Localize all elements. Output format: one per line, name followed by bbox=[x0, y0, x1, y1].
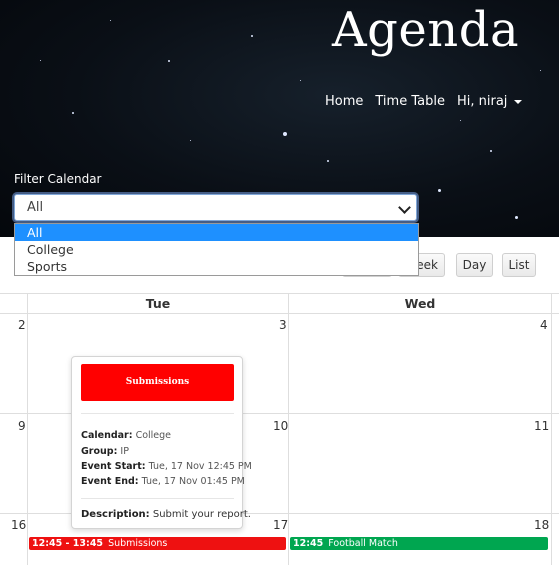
hero-banner: Agenda Home Time Table Hi, niraj Filter … bbox=[0, 0, 559, 237]
event-title: Submissions bbox=[108, 538, 168, 549]
nav-home-link[interactable]: Home bbox=[325, 94, 363, 109]
filter-option-college[interactable]: College bbox=[15, 241, 418, 258]
popover-group-row: Group: IP bbox=[81, 446, 129, 457]
date-cell-number[interactable]: 17 bbox=[273, 518, 288, 532]
calendar-event-football-match[interactable]: 12:45 Football Match bbox=[290, 537, 548, 550]
calendar-event-submissions[interactable]: 12:45 - 13:45 Submissions bbox=[29, 537, 286, 550]
caret-down-icon bbox=[514, 99, 523, 104]
user-menu-toggle[interactable]: Hi, niraj bbox=[456, 94, 523, 109]
grid-line bbox=[551, 293, 552, 565]
filter-options-list: All College Sports bbox=[14, 223, 419, 276]
date-cell-number[interactable]: 18 bbox=[534, 518, 549, 532]
date-cell-number[interactable]: 2 bbox=[18, 318, 26, 332]
popover-start-row: Event Start: Tue, 17 Nov 12:45 PM bbox=[81, 461, 252, 472]
date-cell-number[interactable]: 3 bbox=[279, 318, 287, 332]
user-menu-label: Hi, niraj bbox=[456, 94, 508, 109]
popover-divider bbox=[81, 413, 234, 414]
main-nav: Home Time Table Hi, niraj bbox=[325, 94, 523, 109]
filter-option-sports[interactable]: Sports bbox=[15, 258, 418, 275]
popover-divider bbox=[81, 498, 234, 499]
popover-title: Submissions bbox=[81, 364, 234, 401]
star bbox=[300, 80, 301, 81]
event-details-popover: Submissions Calendar: College Group: IP … bbox=[71, 356, 252, 529]
star bbox=[40, 60, 41, 61]
date-cell-number[interactable]: 16 bbox=[11, 518, 26, 532]
group-value: IP bbox=[120, 446, 129, 457]
star bbox=[490, 150, 492, 152]
calendar-value: College bbox=[135, 430, 172, 441]
description-value: Submit your report. bbox=[152, 509, 251, 520]
nav-timetable-link[interactable]: Time Table bbox=[375, 94, 445, 109]
date-cell-number[interactable]: 4 bbox=[540, 318, 548, 332]
star bbox=[168, 60, 170, 62]
event-time: 12:45 - 13:45 bbox=[32, 538, 104, 549]
popover-description-row: Description: Submit your report. bbox=[81, 509, 251, 520]
list-button[interactable]: List bbox=[502, 253, 536, 277]
grid-line bbox=[27, 293, 28, 565]
chevron-down-icon bbox=[398, 201, 411, 214]
list-button-label: List bbox=[508, 258, 530, 272]
date-cell-number[interactable]: 9 bbox=[18, 419, 26, 433]
brand-title[interactable]: Agenda bbox=[332, 0, 519, 60]
filter-selected-value: All bbox=[27, 200, 44, 215]
description-key: Description: bbox=[81, 509, 150, 520]
star bbox=[438, 189, 441, 192]
filter-option-all[interactable]: All bbox=[15, 224, 418, 241]
day-header-wed: Wed bbox=[404, 296, 436, 311]
popover-calendar-row: Calendar: College bbox=[81, 430, 171, 441]
calendar-key: Calendar: bbox=[81, 430, 133, 441]
star bbox=[251, 35, 253, 37]
group-key: Group: bbox=[81, 446, 118, 457]
star bbox=[327, 160, 329, 162]
event-time: 12:45 bbox=[293, 538, 324, 549]
star bbox=[515, 216, 518, 219]
filter-label: Filter Calendar bbox=[14, 172, 102, 186]
day-header-tue: Tue bbox=[145, 296, 171, 311]
start-value: Tue, 17 Nov 12:45 PM bbox=[148, 461, 252, 472]
start-key: Event Start: bbox=[81, 461, 146, 472]
date-cell-number[interactable]: 11 bbox=[534, 419, 549, 433]
day-button-label: Day bbox=[462, 258, 487, 272]
day-button[interactable]: Day bbox=[456, 253, 493, 277]
star bbox=[190, 140, 191, 141]
end-key: Event End: bbox=[81, 476, 139, 487]
star bbox=[110, 20, 111, 21]
popover-end-row: Event End: Tue, 17 Nov 01:45 PM bbox=[81, 476, 245, 487]
end-value: Tue, 17 Nov 01:45 PM bbox=[141, 476, 245, 487]
star bbox=[72, 112, 74, 114]
star bbox=[540, 70, 541, 71]
star bbox=[460, 120, 461, 121]
star bbox=[283, 132, 287, 136]
event-title: Football Match bbox=[328, 538, 398, 549]
filter-calendar-select[interactable]: All bbox=[14, 194, 417, 221]
date-cell-number[interactable]: 10 bbox=[273, 419, 288, 433]
